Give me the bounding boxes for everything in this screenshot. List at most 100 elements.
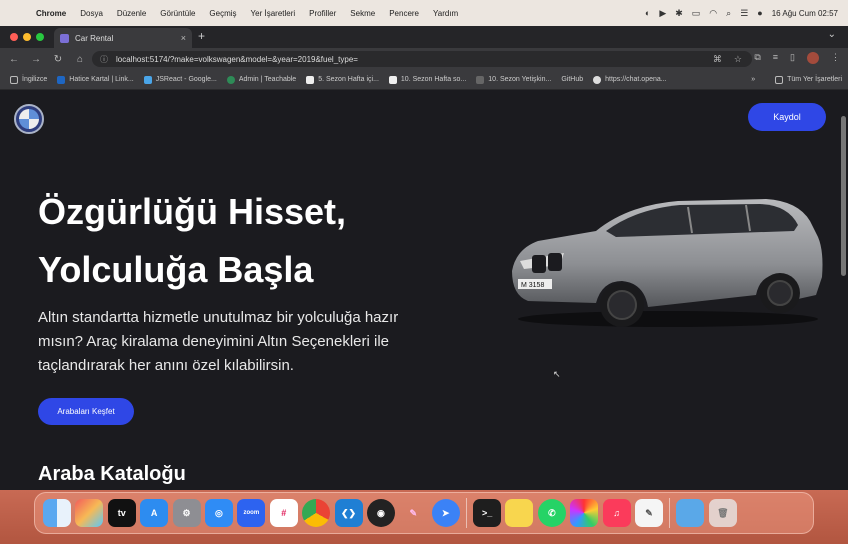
minimize-window-icon[interactable] xyxy=(23,33,31,41)
car-image: M 3158 xyxy=(512,199,823,327)
zoom-icon[interactable]: zoom xyxy=(237,499,266,527)
bookmark-label: 10. Sezon Hafta so... xyxy=(400,76,467,83)
music-icon[interactable]: ♫ xyxy=(602,499,631,527)
menu-window[interactable]: Pencere xyxy=(389,9,419,18)
menu-profiles[interactable]: Profiller xyxy=(309,9,336,18)
menu-file[interactable]: Dosya xyxy=(80,9,103,18)
launchpad-icon[interactable] xyxy=(75,499,104,527)
system-settings-icon[interactable]: ⚙ xyxy=(172,499,201,527)
tab-search-chevron-icon[interactable]: ⌄ xyxy=(828,29,836,40)
menu-tab[interactable]: Sekme xyxy=(350,9,375,18)
bookmark-item[interactable]: Admin | Teachable xyxy=(226,75,296,84)
wifi-icon[interactable]: ◠ xyxy=(709,8,717,19)
menu-history[interactable]: Geçmiş xyxy=(209,9,236,18)
bookmark-item[interactable]: JSReact - Google... xyxy=(143,75,217,84)
bookmark-item[interactable]: 10. Sezon Yetişkin... xyxy=(476,75,552,84)
control-center-icon[interactable]: ☰ xyxy=(740,8,748,19)
folder-icon[interactable] xyxy=(676,499,705,527)
slack-icon[interactable]: # xyxy=(269,499,298,527)
more-menu-icon[interactable]: ⋮ xyxy=(831,52,840,64)
vscode-icon[interactable]: ❮❯ xyxy=(334,499,363,527)
media-icon[interactable]: ≡ xyxy=(773,52,778,64)
site-info-icon[interactable]: ⓘ xyxy=(100,54,108,65)
bookmark-label: 5. Sezon Hafta içi... xyxy=(318,76,379,83)
bookmark-item[interactable]: 5. Sezon Hafta içi... xyxy=(306,75,379,84)
menubar-datetime[interactable]: 16 Ağu Cum 02:57 xyxy=(772,9,838,18)
close-window-icon[interactable] xyxy=(10,33,18,41)
extensions-icon[interactable]: ⧉ xyxy=(754,52,760,64)
close-tab-icon[interactable]: × xyxy=(181,33,186,43)
bookmark-label: JSReact - Google... xyxy=(155,76,217,83)
browser-tab[interactable]: Car Rental × xyxy=(54,28,192,48)
notes-icon[interactable] xyxy=(505,499,534,527)
doc-icon xyxy=(306,75,315,84)
whatsapp-icon[interactable]: ✆ xyxy=(537,499,566,527)
address-bar[interactable]: ⓘ localhost:5174/?make=volkswagen&model=… xyxy=(92,51,752,67)
bookmark-item[interactable]: Hatice Kartal | Link... xyxy=(57,75,134,84)
google-drive-icon xyxy=(143,75,152,84)
bookmarks-bar: İngilizce Hatice Kartal | Link... JSReac… xyxy=(0,70,848,90)
hero-title-line2: Yolculuğa Başla xyxy=(38,249,314,290)
bookmark-item[interactable]: İngilizce xyxy=(10,75,47,84)
app-store-icon[interactable]: A xyxy=(140,499,169,527)
hero-title: Özgürlüğü Hisset, Yolculuğa Başla xyxy=(38,183,438,299)
home-icon[interactable]: ⌂ xyxy=(72,54,88,65)
profile-avatar[interactable] xyxy=(807,52,819,64)
status-icon[interactable]: ◐ xyxy=(645,8,650,18)
address-url[interactable]: localhost:5174/?make=volkswagen&model=&y… xyxy=(116,55,358,64)
siri-icon[interactable]: ● xyxy=(757,8,762,18)
play-icon[interactable]: ▶ xyxy=(659,8,666,19)
safari-icon[interactable]: ◎ xyxy=(204,499,233,527)
mouse-cursor-icon: ↖ xyxy=(553,369,561,379)
bmw-logo[interactable] xyxy=(14,104,44,134)
new-tab-icon[interactable]: + xyxy=(198,29,205,43)
dock-separator xyxy=(466,498,468,528)
signup-button[interactable]: Kaydol xyxy=(748,103,826,131)
battery-icon[interactable]: ▭ xyxy=(692,8,701,19)
dock-separator xyxy=(669,498,671,528)
bluetooth-icon[interactable]: ✱ xyxy=(675,8,683,19)
bookmark-label: 10. Sezon Yetişkin... xyxy=(488,76,552,83)
hero-description: Altın standartta hizmetle unutulmaz bir … xyxy=(38,309,399,374)
reload-icon[interactable]: ↻ xyxy=(50,54,66,65)
teachable-icon xyxy=(226,75,235,84)
terminal-icon[interactable]: >_ xyxy=(473,499,502,527)
textedit-icon[interactable]: ✎ xyxy=(635,499,664,527)
bookmark-item[interactable]: 10. Sezon Hafta so... xyxy=(388,75,467,84)
macos-menubar: Chrome Dosya Düzenle Görüntüle Geçmiş Ye… xyxy=(0,0,848,26)
all-bookmarks-label: Tüm Yer İşaretleri xyxy=(787,76,842,83)
apple-tv-icon[interactable]: tv xyxy=(107,499,136,527)
menu-view[interactable]: Görüntüle xyxy=(160,9,195,18)
sidepanel-icon[interactable]: ▯ xyxy=(790,52,795,64)
openai-icon xyxy=(593,75,602,84)
menu-edit[interactable]: Düzenle xyxy=(117,9,146,18)
bookmark-item[interactable]: https://chat.opena... xyxy=(593,75,667,84)
apple-tv-label: tv xyxy=(117,508,126,518)
explore-cars-button[interactable]: Arabaları Keşfet xyxy=(38,398,134,425)
colorpicker-icon[interactable] xyxy=(570,499,599,527)
page-scrollbar[interactable] xyxy=(841,116,846,276)
browser-tabstrip: Car Rental × + ⌄ xyxy=(0,26,848,48)
davinci-icon[interactable]: ◉ xyxy=(366,499,395,527)
translate-icon[interactable]: ⌘ xyxy=(713,54,722,65)
bookmark-label: Hatice Kartal | Link... xyxy=(69,76,134,83)
bookmark-item[interactable]: GitHub xyxy=(561,76,583,83)
menu-chrome[interactable]: Chrome xyxy=(36,9,66,18)
maximize-window-icon[interactable] xyxy=(36,33,44,41)
back-icon[interactable]: ← xyxy=(6,54,22,65)
bookmark-star-icon[interactable]: ☆ xyxy=(734,54,742,65)
pen-tool-icon[interactable]: ✎ xyxy=(399,499,427,527)
tab-title: Car Rental xyxy=(75,33,114,43)
menu-help[interactable]: Yardım xyxy=(433,9,458,18)
search-icon[interactable]: ⌕ xyxy=(726,8,731,19)
finder-icon[interactable] xyxy=(43,499,71,527)
chrome-icon[interactable] xyxy=(302,499,331,527)
hero-title-line1: Özgürlüğü Hisset, xyxy=(38,191,347,232)
all-bookmarks[interactable]: Tüm Yer İşaretleri xyxy=(775,75,842,84)
folder-icon xyxy=(775,75,784,84)
trash-icon[interactable]: 🗑 xyxy=(708,499,737,527)
menu-bookmarks[interactable]: Yer İşaretleri xyxy=(251,9,296,18)
messenger-icon[interactable]: ➤ xyxy=(431,499,460,527)
bookmarks-overflow-icon[interactable]: » xyxy=(751,76,755,83)
forward-icon[interactable]: → xyxy=(28,54,44,65)
